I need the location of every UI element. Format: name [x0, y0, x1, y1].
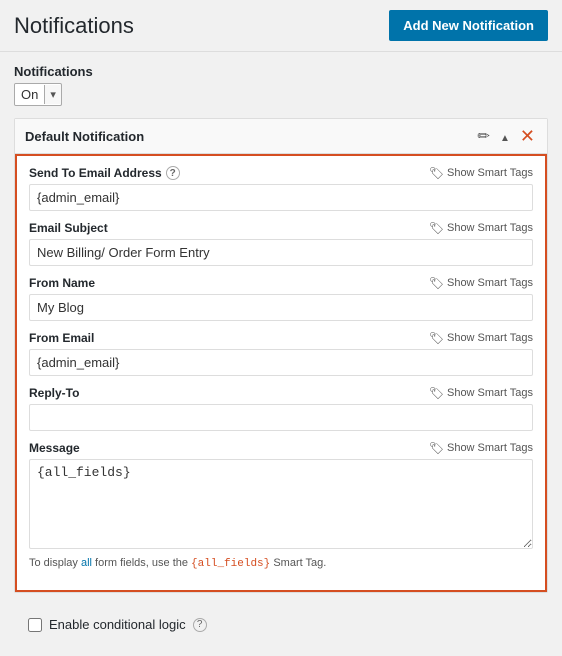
from-name-label: From Name [29, 276, 95, 290]
chevron-up-icon: ▲ [500, 133, 510, 144]
page-title: Notifications [14, 13, 134, 39]
send-to-label-row: Send To Email Address ? 🏷 Show Smart Tag… [29, 166, 533, 180]
header: Notifications Add New Notification [0, 0, 562, 52]
tag-icon: 🏷 [429, 166, 444, 180]
send-to-input[interactable] [29, 184, 533, 211]
from-email-input[interactable] [29, 349, 533, 376]
field-hint: To display all form fields, use the {all… [29, 557, 533, 570]
tag-icon: 🏷 [429, 221, 444, 235]
notification-card: Default Notification ✏ ▲ ✕ [14, 118, 548, 593]
all-link[interactable]: all [81, 557, 92, 569]
all-fields-tag: {all_fields} [191, 558, 270, 570]
from-name-label-row: From Name 🏷 Show Smart Tags [29, 276, 533, 290]
notification-card-title: Default Notification [25, 129, 144, 144]
email-subject-smart-tags-link[interactable]: 🏷 Show Smart Tags [429, 221, 533, 235]
page-wrapper: Notifications Add New Notification Notif… [0, 0, 562, 656]
send-to-field-group: Send To Email Address ? 🏷 Show Smart Tag… [29, 166, 533, 211]
from-email-smart-tags-link[interactable]: 🏷 Show Smart Tags [429, 331, 533, 345]
conditional-logic-row: Enable conditional logic ? [14, 607, 548, 642]
reply-to-label-row: Reply-To 🏷 Show Smart Tags [29, 386, 533, 400]
add-notification-button[interactable]: Add New Notification [389, 10, 548, 41]
tag-icon: 🏷 [429, 386, 444, 400]
email-subject-label: Email Subject [29, 221, 108, 235]
delete-icon-button[interactable]: ✕ [518, 127, 537, 145]
message-label: Message [29, 441, 80, 455]
message-field-group: Message 🏷 Show Smart Tags {all_fields} T… [29, 441, 533, 570]
email-subject-label-row: Email Subject 🏷 Show Smart Tags [29, 221, 533, 235]
tag-icon: 🏷 [429, 441, 444, 455]
notifications-dropdown[interactable]: On ▾ [14, 83, 62, 106]
notification-card-header: Default Notification ✏ ▲ ✕ [15, 119, 547, 154]
pencil-icon: ✏ [477, 128, 490, 145]
help-icon[interactable]: ? [166, 166, 180, 180]
conditional-logic-checkbox[interactable] [28, 618, 42, 632]
tag-icon: 🏷 [429, 331, 444, 345]
conditional-logic-help-icon[interactable]: ? [193, 618, 207, 632]
from-name-field-group: From Name 🏷 Show Smart Tags [29, 276, 533, 321]
content-area: Notifications On ▾ Default Notification … [0, 52, 562, 656]
send-to-label: Send To Email Address ? [29, 166, 180, 180]
from-email-field-group: From Email 🏷 Show Smart Tags [29, 331, 533, 376]
notifications-section-label: Notifications [14, 64, 548, 79]
notification-card-body: Send To Email Address ? 🏷 Show Smart Tag… [15, 154, 547, 592]
notifications-dropdown-value: On [15, 84, 44, 105]
email-subject-input[interactable] [29, 239, 533, 266]
collapse-icon-button[interactable]: ▲ [498, 129, 512, 144]
reply-to-input[interactable] [29, 404, 533, 431]
tag-icon: 🏷 [429, 276, 444, 290]
conditional-logic-label: Enable conditional logic [49, 617, 186, 632]
reply-to-smart-tags-link[interactable]: 🏷 Show Smart Tags [429, 386, 533, 400]
from-email-label: From Email [29, 331, 94, 345]
card-header-actions: ✏ ▲ ✕ [475, 127, 537, 145]
from-email-label-row: From Email 🏷 Show Smart Tags [29, 331, 533, 345]
message-label-row: Message 🏷 Show Smart Tags [29, 441, 533, 455]
reply-to-field-group: Reply-To 🏷 Show Smart Tags [29, 386, 533, 431]
reply-to-label: Reply-To [29, 386, 79, 400]
from-name-smart-tags-link[interactable]: 🏷 Show Smart Tags [429, 276, 533, 290]
message-textarea[interactable]: {all_fields} [29, 459, 533, 549]
edit-icon-button[interactable]: ✏ [475, 129, 492, 144]
chevron-down-icon[interactable]: ▾ [44, 85, 61, 104]
send-to-smart-tags-link[interactable]: 🏷 Show Smart Tags [429, 166, 533, 180]
message-smart-tags-link[interactable]: 🏷 Show Smart Tags [429, 441, 533, 455]
close-icon: ✕ [520, 126, 535, 146]
email-subject-field-group: Email Subject 🏷 Show Smart Tags [29, 221, 533, 266]
from-name-input[interactable] [29, 294, 533, 321]
